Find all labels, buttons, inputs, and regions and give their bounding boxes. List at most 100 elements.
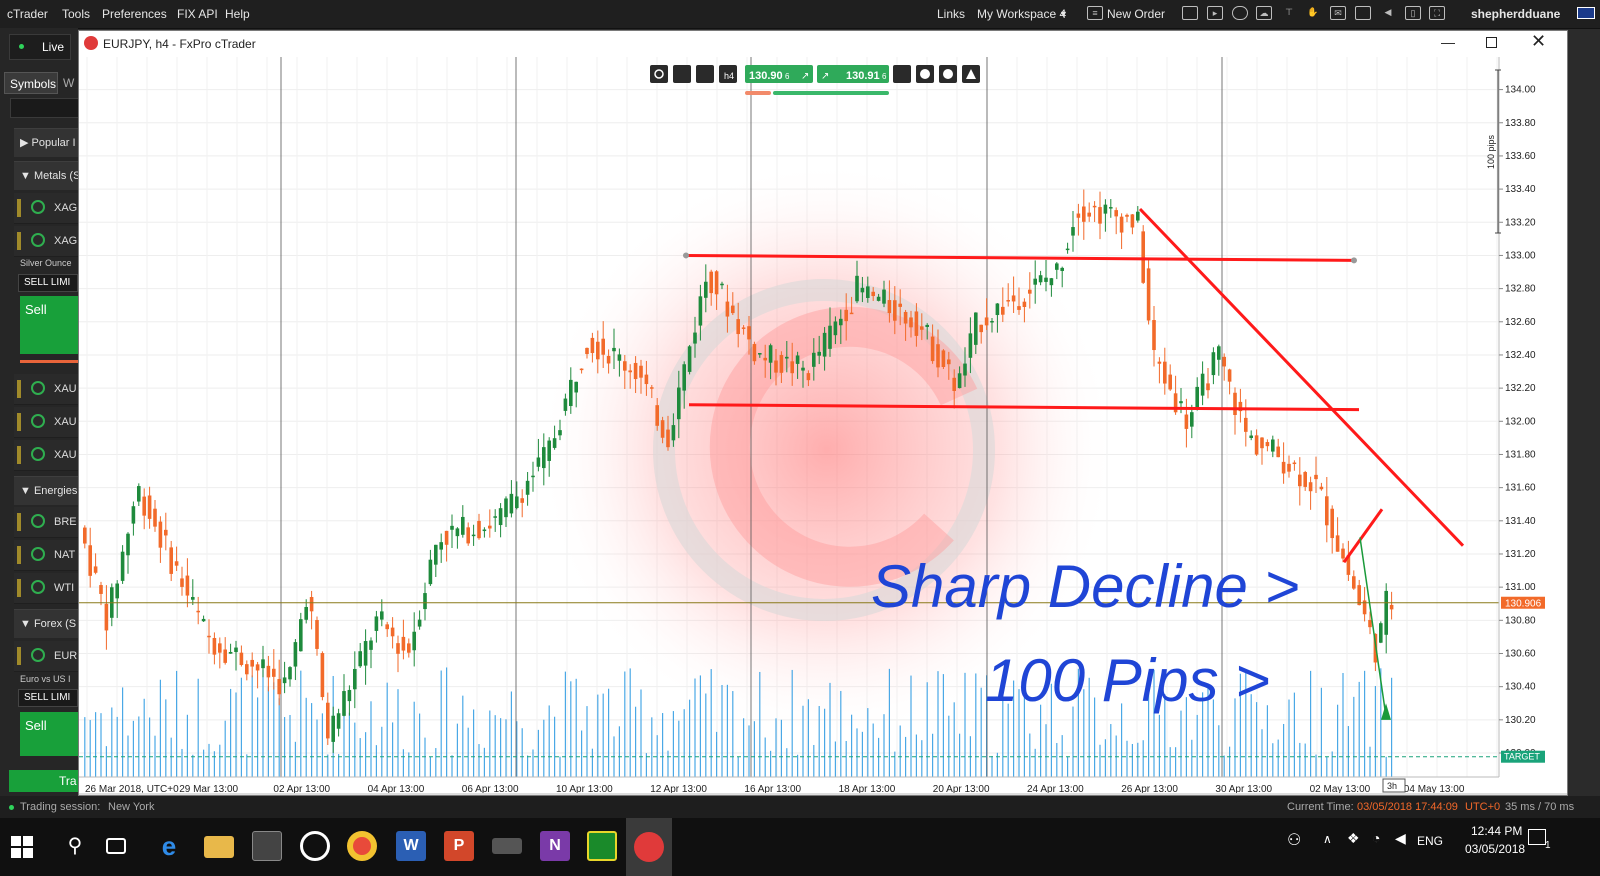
hand-icon[interactable]: ✋ [1305,6,1321,20]
favorite-icon[interactable] [31,200,45,214]
order-type-select[interactable]: SELL LIMI [18,689,78,707]
list-item[interactable]: XAG [14,193,78,224]
symbol-name: XAU [54,416,77,428]
task-view-icon[interactable] [106,838,126,854]
clock-time[interactable]: 12:44 PM [1471,824,1522,838]
video-icon[interactable]: ▸ [1207,6,1223,20]
uk-flag-icon[interactable] [1577,7,1595,19]
links-menu[interactable]: Links [937,7,965,21]
minimize-icon[interactable]: — [1441,34,1455,50]
powerpoint-icon[interactable]: P [444,831,474,861]
chevron-down-icon[interactable]: ▼ [1059,9,1068,19]
list-item[interactable]: NAT [14,540,78,571]
clock-date[interactable]: 03/05/2018 [1465,842,1525,856]
list-item[interactable]: BRE [14,507,78,538]
tab-symbols[interactable]: Symbols [4,72,58,94]
favorite-icon[interactable] [31,414,45,428]
speaker-icon[interactable]: ◀ [1395,830,1406,847]
candle-body [1163,361,1167,384]
app-circle-icon[interactable] [300,831,330,861]
menu-preferences[interactable]: Preferences [102,7,167,21]
menu-ctrader[interactable]: cTrader [7,7,48,21]
candle-body [1114,210,1118,217]
people-icon[interactable]: ⚇ [1287,830,1301,850]
list-item[interactable]: XAU [14,407,78,438]
group-energies[interactable]: ▼ Energies [14,476,78,505]
tab-watchlist[interactable]: W [60,72,78,94]
chart-tools-icon[interactable]: ⊤ [1281,6,1297,20]
close-icon[interactable]: ✕ [1531,31,1546,52]
favorite-icon[interactable] [31,233,45,247]
windows-start-icon[interactable] [11,836,33,858]
live-toggle[interactable]: Live [9,34,71,60]
edge-browser-icon[interactable]: e [154,831,184,861]
mail-icon[interactable]: ✉ [1330,6,1346,20]
favorite-icon[interactable] [31,447,45,461]
sell-button[interactable]: Sell [20,712,78,756]
menu-tools[interactable]: Tools [62,7,90,21]
cloud-icon[interactable]: ☁ [1256,6,1272,20]
layout-icon[interactable]: ▯ [1405,6,1421,20]
chart-plot[interactable]: Sharp Decline > 100 Pips > 134.00 133.80 1… [79,57,1567,795]
menu-bar: cTrader Tools Preferences FIX API Help L… [0,0,1600,29]
group-popular[interactable]: ▶ Popular I [14,128,78,157]
word-icon[interactable]: W [396,831,426,861]
windows-icon[interactable] [1182,6,1198,20]
candle-body [191,597,195,600]
list-item[interactable]: XAU [14,440,78,471]
chart-type-icon[interactable] [696,65,714,83]
volume-icon[interactable]: ◀ [1380,6,1396,20]
wifi-icon[interactable]: ◔ [1372,830,1380,846]
candle-body [1082,206,1086,222]
candle-body [374,616,379,631]
candle-body [612,347,616,352]
chevron-up-icon[interactable]: ∧ [1323,832,1332,846]
group-forex[interactable]: ▼ Forex (S [14,609,78,638]
favorite-icon[interactable] [31,547,45,561]
candle-body [401,636,406,651]
maximize-icon[interactable] [1486,37,1497,48]
search-input[interactable] [10,98,80,118]
favorite-icon[interactable] [31,381,45,395]
notifications-icon[interactable] [1528,829,1546,845]
list-item[interactable]: XAU [14,374,78,405]
file-explorer-icon[interactable] [204,836,234,858]
menu-help[interactable]: Help [225,7,250,21]
list-item[interactable]: EUR [14,641,78,672]
chart-settings-icon[interactable] [673,65,691,83]
candle-body [158,521,163,548]
chrome-icon[interactable] [347,831,377,861]
order-type-select[interactable]: SELL LIMI [18,274,78,292]
language-indicator[interactable]: ENG [1417,834,1443,848]
dropbox-icon[interactable]: ❖ [1347,830,1360,847]
fullscreen-icon[interactable]: ⛶ [1429,6,1445,20]
zoom-icon[interactable] [650,65,668,83]
target-tag-label: TARGET [1504,752,1540,762]
workspace-selector[interactable]: My Workspace 4 [977,7,1066,21]
onenote-icon[interactable]: N [540,831,570,861]
favorite-icon[interactable] [31,648,45,662]
sell-button[interactable]: Sell [20,296,78,354]
list-icon[interactable] [893,65,911,83]
menu-fix-api[interactable]: FIX API [177,7,218,21]
contacts-icon[interactable] [587,831,617,861]
chat-icon[interactable] [1232,6,1248,20]
new-order-icon[interactable]: ≡ [1087,6,1103,20]
ctrader-taskbar-button[interactable] [626,818,672,876]
list-item[interactable]: WTI [14,573,78,604]
trade-button[interactable]: Tra [9,770,78,792]
store-icon[interactable] [252,831,282,861]
username[interactable]: shepherdduane [1471,7,1560,21]
search-icon[interactable]: ⚲ [60,831,90,861]
image-icon[interactable] [1355,6,1371,20]
favorite-icon[interactable] [31,580,45,594]
timezone-selector[interactable]: UTC+0 [1465,801,1500,813]
group-metals[interactable]: ▼ Metals (S [14,161,78,190]
app-box-icon[interactable] [492,838,522,854]
y-tick-label: 133.60 [1505,151,1536,162]
scroll-track[interactable] [79,793,1567,795]
new-order-button[interactable]: New Order [1107,7,1165,21]
list-item[interactable]: XAG [14,226,78,257]
window-titlebar[interactable]: EURJPY, h4 - FxPro cTrader — ✕ [79,31,1567,58]
favorite-icon[interactable] [31,514,45,528]
